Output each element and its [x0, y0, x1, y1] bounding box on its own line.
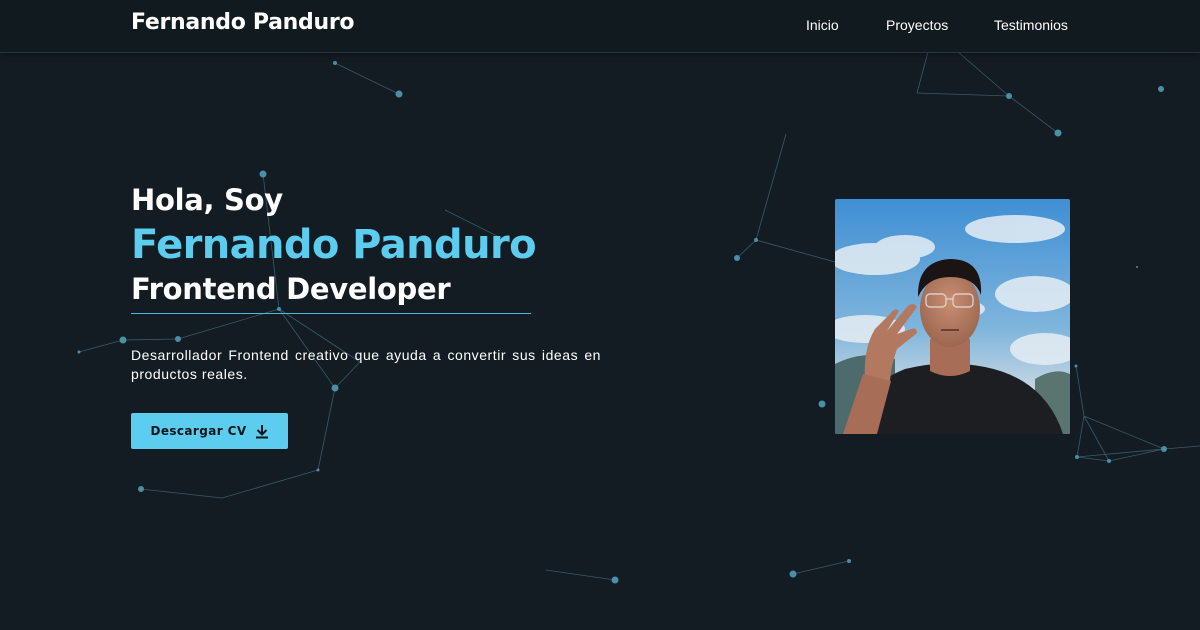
hero-description: Desarrollador Frontend creativo que ayud… [131, 347, 601, 382]
download-icon [255, 424, 269, 439]
profile-photo [835, 199, 1070, 434]
navbar: Fernando Panduro Inicio Proyectos Testim… [0, 0, 1200, 53]
download-cv-button[interactable]: Descargar CV [131, 413, 288, 449]
hero-name: Fernando Panduro [131, 222, 537, 268]
nav-link-proyectos[interactable]: Proyectos [886, 17, 948, 33]
hero-divider [131, 313, 531, 314]
nav-link-testimonios[interactable]: Testimonios [994, 17, 1068, 33]
nav-link-inicio[interactable]: Inicio [806, 17, 839, 33]
download-cv-label: Descargar CV [150, 424, 247, 438]
brand-logo[interactable]: Fernando Panduro [131, 10, 355, 35]
hero-greeting: Hola, Soy [131, 183, 283, 217]
hero-role: Frontend Developer [131, 272, 451, 306]
